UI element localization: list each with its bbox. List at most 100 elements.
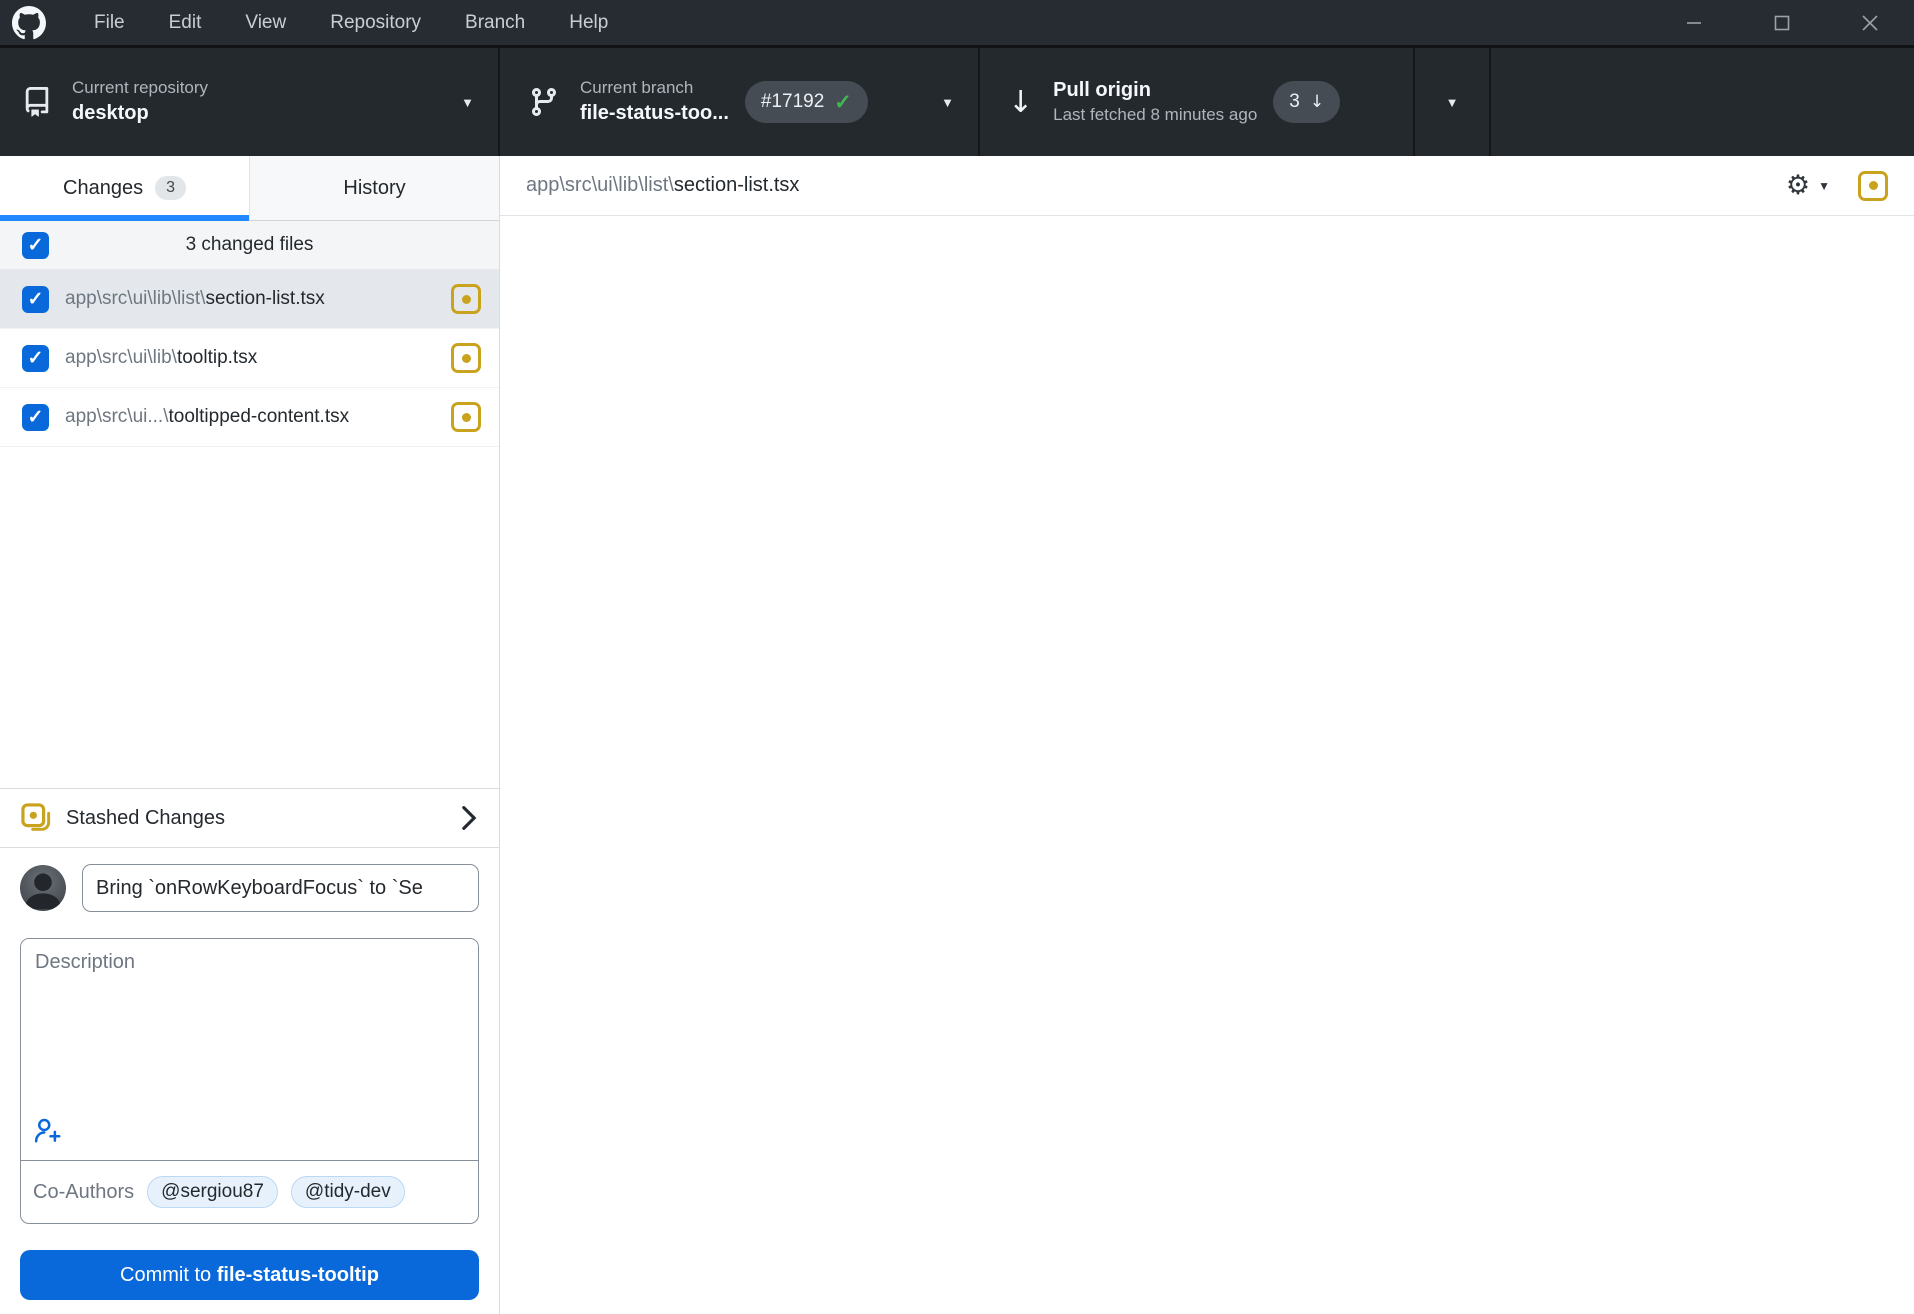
current-repository-button[interactable]: Current repository desktop ▼: [0, 48, 500, 156]
coauthors-label: Co-Authors: [33, 1181, 134, 1204]
chevron-right-icon: [459, 805, 479, 831]
ci-check-icon: ✓: [834, 90, 852, 115]
description-box: Co-Authors @sergiou87 @tidy-dev: [20, 938, 479, 1224]
commit-description-textarea[interactable]: [21, 939, 478, 1111]
github-logo-icon: [12, 6, 46, 40]
maximize-button[interactable]: [1738, 0, 1826, 45]
check-icon: ✓: [28, 288, 44, 311]
toolbar-empty-space: [1491, 48, 1914, 156]
stashed-changes-row[interactable]: Stashed Changes: [0, 788, 499, 847]
pull-count-badge: 3 ↓: [1273, 81, 1340, 123]
file-modified-icon: [451, 402, 481, 432]
toolbar: Current repository desktop ▼ Current bra…: [0, 48, 1914, 156]
file-path-name: tooltipped-content.tsx: [169, 406, 350, 427]
commit-button[interactable]: Commit to file-status-tooltip: [20, 1250, 479, 1300]
file-row[interactable]: ✓ app\src\ui\lib\tooltip.tsx: [0, 329, 499, 388]
commit-button-prefix: Commit to: [120, 1264, 217, 1286]
check-icon: ✓: [28, 406, 44, 429]
diff-options-caret-icon: ▼: [1818, 179, 1830, 193]
menu-item-edit[interactable]: Edit: [147, 0, 224, 45]
changed-files-count: 3 changed files: [0, 234, 499, 256]
github-desktop-window: FileEditViewRepositoryBranchHelp Current…: [0, 0, 1914, 1314]
add-coauthor-icon[interactable]: [33, 1115, 63, 1145]
sidebar-tabs: Changes 3 History: [0, 156, 499, 221]
menu-item-help[interactable]: Help: [547, 0, 630, 45]
commit-form: Co-Authors @sergiou87 @tidy-dev Commit to…: [0, 847, 499, 1314]
sidebar-empty-space: [0, 447, 499, 788]
file-checkbox[interactable]: ✓: [22, 286, 49, 313]
menu-item-view[interactable]: View: [223, 0, 308, 45]
check-icon: ✓: [28, 347, 44, 370]
file-checkbox[interactable]: ✓: [22, 345, 49, 372]
maximize-icon: [1773, 14, 1791, 32]
stashed-changes-label: Stashed Changes: [66, 807, 225, 830]
pull-options-caret-icon: ▼: [1446, 95, 1459, 110]
changed-file-list: ✓ app\src\ui\lib\list\section-list.tsx ✓ ap…: [0, 270, 499, 447]
sidebar: Changes 3 History ✓ 3 changed files ✓ app…: [0, 156, 500, 1314]
commit-summary-input[interactable]: [82, 864, 479, 912]
gear-icon: ⚙: [1786, 170, 1810, 201]
coauthors-row: Co-Authors @sergiou87 @tidy-dev: [21, 1160, 478, 1223]
minimize-button[interactable]: [1650, 0, 1738, 45]
diff-options-button[interactable]: ⚙ ▼: [1786, 170, 1830, 201]
file-path-name: tooltip.tsx: [177, 347, 257, 368]
minimize-icon: [1685, 14, 1703, 32]
small-down-arrow-icon: ↓: [1310, 92, 1324, 112]
menu-item-repository[interactable]: Repository: [308, 0, 443, 45]
file-modified-icon: [1858, 171, 1888, 201]
diff-body: [500, 216, 1914, 257]
tab-history-label: History: [343, 177, 405, 200]
pr-status-badge: #17192 ✓: [745, 81, 868, 123]
menu-item-file[interactable]: File: [72, 0, 147, 45]
stash-icon: [20, 802, 52, 834]
file-path-dir: app\src\ui...\: [65, 406, 169, 427]
pull-origin-button[interactable]: ↓ Pull origin Last fetched 8 minutes ago…: [980, 48, 1415, 156]
git-branch-icon: [528, 86, 560, 118]
current-branch-value: file-status-too...: [580, 100, 729, 127]
current-repository-label: Current repository: [72, 77, 208, 100]
file-path-name: section-list.tsx: [205, 288, 324, 309]
file-path-dir: app\src\ui\lib\list\: [65, 288, 205, 309]
pull-options-dropdown[interactable]: ▼: [1415, 48, 1491, 156]
pr-number: #17192: [761, 91, 824, 113]
branch-dropdown-caret-icon[interactable]: ▼: [941, 95, 954, 110]
pull-origin-subtitle: Last fetched 8 minutes ago: [1053, 104, 1257, 127]
file-path: app\src\ui\lib\list\section-list.tsx: [65, 288, 325, 310]
diff-file-header: app\src\ui\lib\list\section-list.tsx ⚙ ▼: [500, 156, 1914, 216]
repository-dropdown-caret-icon[interactable]: ▼: [461, 95, 474, 110]
current-branch-button[interactable]: Current branch file-status-too... #17192…: [500, 48, 980, 156]
changed-files-header: ✓ 3 changed files: [0, 221, 499, 270]
diff-file-path-dir: app\src\ui\lib\list\: [526, 174, 674, 196]
title-bar: FileEditViewRepositoryBranchHelp: [0, 0, 1914, 48]
coauthor-pill[interactable]: @tidy-dev: [291, 1176, 405, 1208]
file-row[interactable]: ✓ app\src\ui\lib\list\section-list.tsx: [0, 270, 499, 329]
changes-count-badge: 3: [155, 176, 186, 200]
tab-history[interactable]: History: [249, 156, 499, 220]
avatar: [20, 865, 66, 911]
pull-origin-title: Pull origin: [1053, 77, 1257, 104]
hunk-header-row: [500, 216, 1914, 257]
coauthor-pills: @sergiou87 @tidy-dev: [147, 1176, 405, 1208]
pull-count: 3: [1289, 91, 1300, 113]
diff-pane: app\src\ui\lib\list\section-list.tsx ⚙ ▼: [500, 156, 1914, 1314]
file-modified-icon: [451, 284, 481, 314]
file-path: app\src\ui...\tooltipped-content.tsx: [65, 406, 349, 428]
current-branch-label: Current branch: [580, 77, 729, 100]
coauthor-pill[interactable]: @sergiou87: [147, 1176, 278, 1208]
file-path: app\src\ui\lib\tooltip.tsx: [65, 347, 257, 369]
current-repository-value: desktop: [72, 100, 208, 127]
diff-file-path-name: section-list.tsx: [674, 174, 800, 196]
window-controls: [1650, 0, 1914, 45]
menu-item-branch[interactable]: Branch: [443, 0, 547, 45]
download-arrow-icon: ↓: [1008, 85, 1033, 120]
close-icon: [1861, 14, 1879, 32]
close-button[interactable]: [1826, 0, 1914, 45]
tab-changes-label: Changes: [63, 177, 143, 200]
file-row[interactable]: ✓ app\src\ui...\tooltipped-content.tsx: [0, 388, 499, 447]
tab-changes[interactable]: Changes 3: [0, 156, 249, 220]
menu-bar: FileEditViewRepositoryBranchHelp: [72, 0, 630, 45]
file-path-dir: app\src\ui\lib\: [65, 347, 177, 368]
commit-button-branch: file-status-tooltip: [217, 1264, 379, 1286]
file-modified-icon: [451, 343, 481, 373]
file-checkbox[interactable]: ✓: [22, 404, 49, 431]
